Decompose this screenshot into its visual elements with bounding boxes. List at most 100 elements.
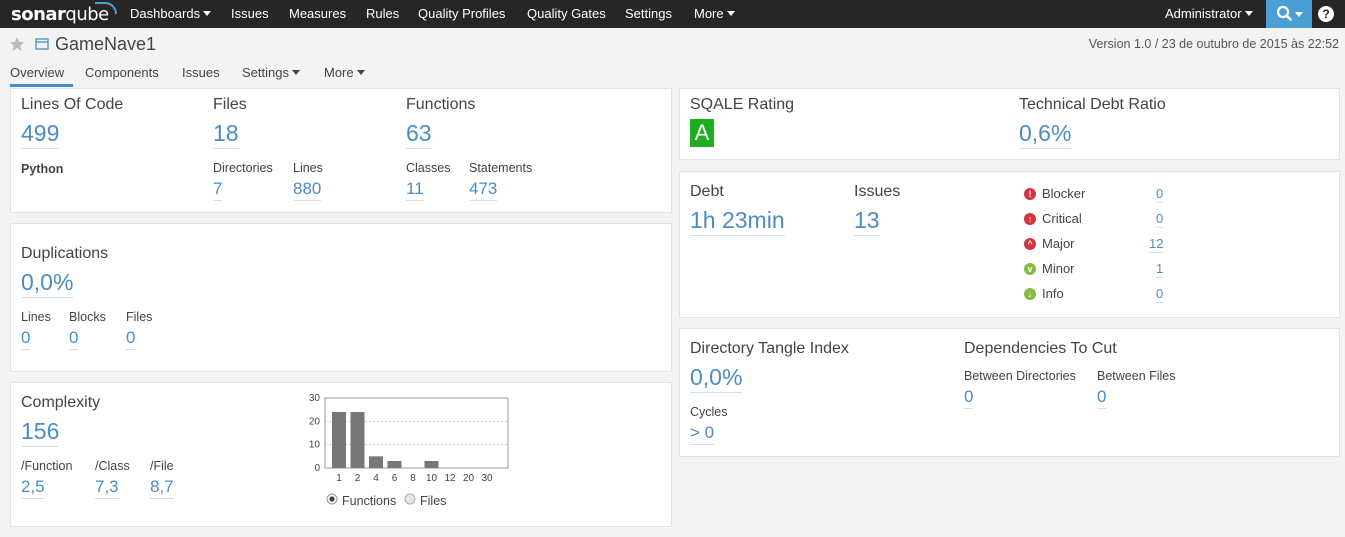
tdr-value[interactable]: 0,6% bbox=[1019, 119, 1072, 149]
chart-bar bbox=[369, 456, 383, 468]
tab-overview[interactable]: Overview bbox=[10, 65, 64, 80]
chart-y-tick-label: 30 bbox=[309, 393, 321, 404]
per-class-value[interactable]: 7,3 bbox=[95, 477, 119, 499]
logo-text-bold: sonar bbox=[11, 3, 66, 25]
info-icon: ↓ bbox=[1024, 287, 1036, 300]
per-file-value[interactable]: 8,7 bbox=[150, 477, 174, 499]
project-version: Version 1.0 / 23 de outubro de 2015 às 2… bbox=[1088, 37, 1339, 51]
complexity-value[interactable]: 156 bbox=[21, 417, 60, 447]
severity-blocker[interactable]: ! Blocker bbox=[1024, 186, 1085, 201]
radio-files[interactable] bbox=[404, 493, 416, 505]
duplications-widget bbox=[10, 223, 672, 372]
sonarqube-logo[interactable]: sonar qube bbox=[11, 1, 117, 27]
lines-value[interactable]: 880 bbox=[293, 179, 322, 201]
statements-value[interactable]: 473 bbox=[469, 179, 498, 201]
language-label: Python bbox=[21, 162, 64, 176]
active-tab-indicator bbox=[10, 84, 73, 87]
favorite-star-icon[interactable] bbox=[9, 36, 25, 52]
minor-icon: v bbox=[1024, 262, 1036, 275]
debt-label: Debt bbox=[690, 183, 724, 200]
debt-value[interactable]: 1h 23min bbox=[690, 206, 785, 236]
caret-down-icon bbox=[203, 11, 212, 16]
nav-dashboards[interactable]: Dashboards bbox=[130, 0, 212, 28]
duplications-title: Duplications bbox=[21, 245, 109, 262]
blocker-count[interactable]: 0 bbox=[1156, 186, 1164, 203]
info-count[interactable]: 0 bbox=[1156, 286, 1164, 303]
chart-x-tick-label: 20 bbox=[463, 473, 475, 484]
tab-issues[interactable]: Issues bbox=[182, 65, 220, 80]
dup-lines-label: Lines bbox=[21, 310, 51, 324]
duplications-value[interactable]: 0,0% bbox=[21, 268, 74, 298]
dup-lines-value[interactable]: 0 bbox=[21, 328, 31, 350]
severity-critical[interactable]: ↑ Critical bbox=[1024, 211, 1082, 226]
minor-count[interactable]: 1 bbox=[1156, 261, 1164, 278]
functions-value[interactable]: 63 bbox=[406, 119, 432, 149]
nav-more[interactable]: More bbox=[694, 0, 735, 28]
chart-x-tick-label: 1 bbox=[336, 473, 342, 484]
search-button[interactable] bbox=[1266, 0, 1312, 28]
major-count[interactable]: 12 bbox=[1149, 236, 1164, 253]
sqale-rating-label: SQALE Rating bbox=[690, 96, 795, 113]
classes-value[interactable]: 11 bbox=[406, 179, 424, 201]
chart-x-tick-label: 6 bbox=[392, 473, 398, 484]
between-directories-value[interactable]: 0 bbox=[964, 387, 974, 409]
per-function-value[interactable]: 2,5 bbox=[21, 477, 45, 499]
radio-files-label[interactable]: Files bbox=[420, 494, 446, 508]
debt-issues-widget bbox=[679, 171, 1340, 318]
per-class-label: /Class bbox=[95, 459, 130, 473]
per-file-label: /File bbox=[150, 459, 174, 473]
nav-quality-gates[interactable]: Quality Gates bbox=[527, 0, 606, 28]
functions-label: Functions bbox=[406, 96, 476, 113]
caret-down-icon bbox=[726, 11, 735, 16]
tab-components[interactable]: Components bbox=[85, 65, 159, 80]
tab-more[interactable]: More bbox=[324, 65, 365, 80]
chart-x-tick-label: 8 bbox=[410, 473, 416, 484]
classes-label: Classes bbox=[406, 161, 451, 175]
dup-blocks-value[interactable]: 0 bbox=[69, 328, 79, 350]
severity-info[interactable]: ↓ Info bbox=[1024, 286, 1064, 301]
user-menu[interactable]: Administrator bbox=[1165, 0, 1253, 28]
dup-files-value[interactable]: 0 bbox=[126, 328, 136, 350]
directories-label: Directories bbox=[213, 161, 273, 175]
chart-bar bbox=[387, 461, 402, 468]
loc-value[interactable]: 499 bbox=[21, 119, 60, 149]
chart-x-tick-label: 2 bbox=[355, 473, 361, 484]
tab-settings[interactable]: Settings bbox=[242, 65, 300, 80]
chart-x-tick-label: 10 bbox=[426, 473, 438, 484]
nav-rules[interactable]: Rules bbox=[366, 0, 399, 28]
severity-major[interactable]: ^ Major bbox=[1024, 236, 1075, 251]
dup-blocks-label: Blocks bbox=[69, 310, 106, 324]
chart-x-tick-label: 4 bbox=[373, 473, 379, 484]
critical-icon: ↑ bbox=[1024, 212, 1036, 225]
issues-label: Issues bbox=[854, 183, 901, 200]
between-files-value[interactable]: 0 bbox=[1097, 387, 1107, 409]
nav-quality-profiles[interactable]: Quality Profiles bbox=[418, 0, 505, 28]
sqale-rating-badge[interactable]: A bbox=[690, 119, 714, 147]
critical-count[interactable]: 0 bbox=[1156, 211, 1164, 228]
project-icon bbox=[35, 38, 49, 50]
caret-down-icon bbox=[291, 70, 300, 75]
severity-minor[interactable]: v Minor bbox=[1024, 261, 1075, 276]
directories-value[interactable]: 7 bbox=[213, 179, 223, 201]
cycles-value[interactable]: > 0 bbox=[690, 423, 715, 445]
radio-functions-label[interactable]: Functions bbox=[342, 494, 396, 508]
files-label: Files bbox=[213, 96, 247, 113]
chart-x-tick-label: 30 bbox=[481, 473, 493, 484]
help-icon[interactable]: ? bbox=[1318, 6, 1334, 22]
between-files-label: Between Files bbox=[1097, 369, 1176, 383]
per-function-label: /Function bbox=[21, 459, 73, 473]
chart-bar bbox=[424, 461, 439, 468]
radio-functions-checked[interactable] bbox=[326, 493, 338, 505]
nav-issues[interactable]: Issues bbox=[231, 0, 269, 28]
caret-down-icon bbox=[356, 70, 365, 75]
chart-y-tick-label: 10 bbox=[309, 440, 321, 451]
files-value[interactable]: 18 bbox=[213, 119, 239, 149]
project-name[interactable]: GameNave1 bbox=[55, 34, 156, 55]
between-directories-label: Between Directories bbox=[964, 369, 1076, 383]
dependencies-title: Dependencies To Cut bbox=[964, 340, 1117, 357]
tangle-title: Directory Tangle Index bbox=[690, 340, 849, 357]
issues-value[interactable]: 13 bbox=[854, 206, 880, 236]
tangle-value[interactable]: 0,0% bbox=[690, 363, 743, 393]
nav-settings[interactable]: Settings bbox=[625, 0, 672, 28]
nav-measures[interactable]: Measures bbox=[289, 0, 346, 28]
